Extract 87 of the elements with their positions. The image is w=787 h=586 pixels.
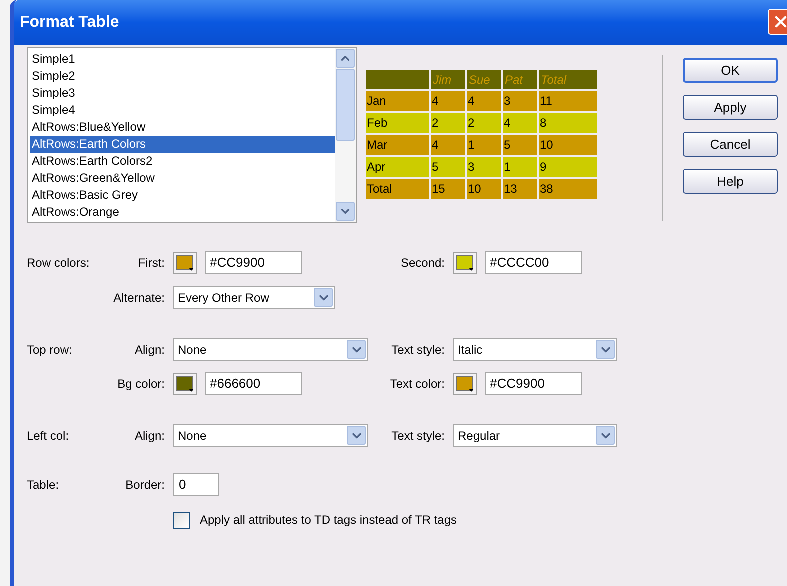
- dialog-button[interactable]: Help: [683, 169, 778, 194]
- table-cell: 10: [467, 179, 501, 199]
- scroll-up-icon[interactable]: [336, 49, 355, 68]
- header-cell: Total: [539, 70, 597, 89]
- chevron-down-icon: [314, 288, 333, 307]
- dropdown-select[interactable]: Regular: [453, 424, 617, 447]
- table-cell: 10: [539, 135, 597, 155]
- dropdown-arrow-icon: [189, 388, 194, 392]
- table-cell: 9: [539, 157, 597, 177]
- dropdown-select[interactable]: None: [173, 338, 368, 361]
- color-swatch-button[interactable]: [173, 372, 197, 394]
- table-cell: 4: [467, 91, 501, 111]
- table-cell: 5: [503, 135, 537, 155]
- table-cell: 11: [539, 91, 597, 111]
- list-item[interactable]: AltRows:Blue&Yellow: [30, 119, 335, 136]
- field-label: Align:: [134, 428, 165, 444]
- table-cell: 38: [539, 179, 597, 199]
- list-item[interactable]: AltRows:Basic Grey: [30, 187, 335, 204]
- field-label: Border:: [126, 476, 165, 494]
- field-label: First:: [138, 254, 165, 272]
- table-cell: 15: [431, 179, 465, 199]
- list-item[interactable]: Simple4: [30, 102, 335, 119]
- table-cell: 3: [467, 157, 501, 177]
- table-cell: Total: [366, 179, 429, 199]
- checkbox[interactable]: [173, 512, 190, 528]
- chevron-down-icon: [347, 426, 366, 445]
- section-label: Top row:: [27, 342, 72, 356]
- dropdown-select[interactable]: None: [173, 424, 368, 447]
- table-cell: 2: [431, 113, 465, 133]
- dropdown-select[interactable]: Italic: [453, 338, 617, 361]
- checkbox-label: Apply all attributes to TD tags instead of TR tags: [200, 512, 458, 529]
- field-label: Text style:: [392, 342, 445, 358]
- dialog-button[interactable]: OK: [683, 58, 778, 83]
- table-cell: 5: [431, 157, 465, 177]
- scroll-down-icon[interactable]: [336, 202, 355, 221]
- header-cell: Pat: [503, 70, 537, 89]
- close-button[interactable]: [768, 9, 787, 35]
- table-cell: 4: [431, 135, 465, 155]
- field-label: Text color:: [390, 376, 445, 392]
- chevron-down-icon: [347, 340, 366, 359]
- list-item[interactable]: Simple3: [30, 85, 335, 102]
- color-hex-field[interactable]: #666600: [205, 372, 302, 395]
- dropdown-arrow-icon: [469, 268, 474, 270]
- section-label: Left col:: [27, 428, 70, 442]
- table-cell: 4: [503, 113, 537, 133]
- window-title: Format Table: [20, 12, 120, 32]
- color-hex-field[interactable]: #CC9900: [205, 251, 302, 274]
- dialog-button[interactable]: Apply: [683, 95, 778, 120]
- chevron-down-icon: [596, 340, 615, 359]
- list-item[interactable]: AltRows:Earth Colors: [30, 136, 335, 153]
- list-item[interactable]: AltRows:Earth Colors2: [30, 153, 335, 170]
- color-swatch-button[interactable]: [453, 252, 477, 274]
- border-field[interactable]: 0: [173, 473, 219, 496]
- field-label: Text style:: [392, 428, 445, 444]
- list-item[interactable]: Simple2: [30, 68, 335, 85]
- dropdown-select[interactable]: Every Other Row: [173, 286, 335, 309]
- field-label: Bg color:: [118, 376, 165, 392]
- table-cell: 1: [467, 135, 501, 155]
- table-cell: Feb: [366, 113, 429, 133]
- table-cell: 13: [503, 179, 537, 199]
- color-swatch-button[interactable]: [173, 252, 197, 274]
- list-item[interactable]: Simple1: [30, 51, 335, 68]
- color-hex-field[interactable]: #CCCC00: [485, 251, 582, 274]
- table-cell: Jan: [366, 91, 429, 111]
- table-cell: 4: [431, 91, 465, 111]
- table-cell: 2: [467, 113, 501, 133]
- table-cell: 8: [539, 113, 597, 133]
- dropdown-arrow-icon: [189, 268, 194, 270]
- table-cell: 1: [503, 157, 537, 177]
- table-cell: Mar: [366, 135, 429, 155]
- table-cell: 3: [503, 91, 537, 111]
- field-label: Align:: [134, 342, 165, 358]
- scroll-thumb[interactable]: [336, 69, 355, 141]
- dropdown-arrow-icon: [469, 388, 474, 392]
- list-item[interactable]: AltRows:Orange: [30, 204, 335, 221]
- section-label: Row colors:: [27, 256, 90, 270]
- section-label: Table:: [27, 478, 60, 492]
- header-cell: Sue: [467, 70, 501, 89]
- chevron-down-icon: [596, 426, 615, 445]
- list-item[interactable]: AltRows:Green&Yellow: [30, 170, 335, 187]
- color-hex-field[interactable]: #CC9900: [485, 372, 582, 395]
- table-cell: Apr: [366, 157, 429, 177]
- header-cell: Jim: [431, 70, 465, 89]
- color-swatch-button[interactable]: [453, 372, 477, 394]
- field-label: Alternate:: [114, 290, 165, 306]
- field-label: Second:: [400, 254, 445, 272]
- dialog-button[interactable]: Cancel: [683, 132, 778, 157]
